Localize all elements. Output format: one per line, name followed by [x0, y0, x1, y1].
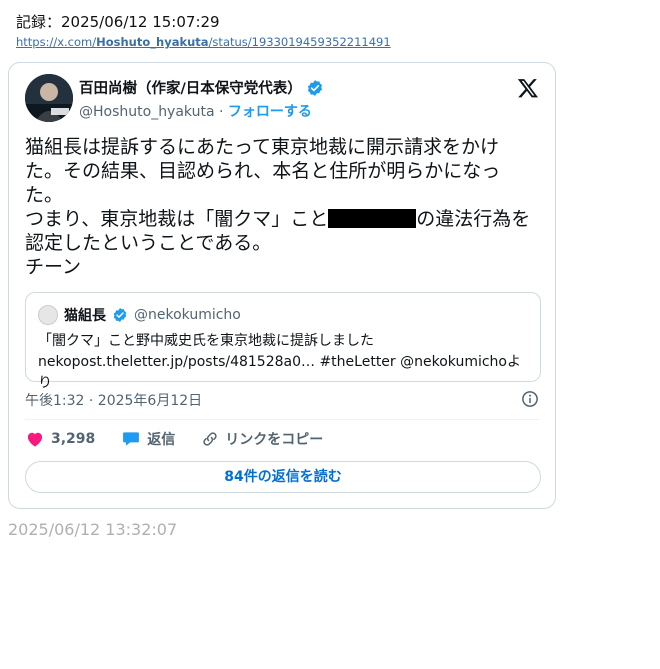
handle-separator: ·: [214, 104, 228, 120]
verified-badge-icon: [113, 308, 127, 322]
capture-timestamp: 2025/06/12 13:32:07: [8, 520, 178, 539]
like-button[interactable]: 3,298: [25, 429, 95, 449]
author-name: 百田尚樹（作家/日本保守党代表）: [79, 81, 302, 97]
info-icon[interactable]: [521, 390, 539, 408]
author-handle[interactable]: @Hoshuto_hyakuta: [79, 104, 215, 120]
reply-label: 返信: [147, 432, 176, 448]
quoted-tweet-text: 「闇クマ」こと野中威史氏を東京地裁に提訴しました nekopost.thelet…: [38, 331, 528, 394]
quoted-author-handle: @nekokumicho: [134, 307, 241, 323]
heart-icon: [27, 432, 43, 447]
source-link[interactable]: https://x.com/Hoshuto_hyakuta/status/193…: [16, 35, 391, 49]
source-link-prefix: https://x.com/: [16, 35, 97, 49]
quoted-author-name: 猫組長: [64, 308, 106, 324]
reply-button[interactable]: 返信: [121, 429, 175, 449]
action-bar: 3,298 返信 リンクをコピー: [25, 429, 349, 449]
verified-badge-icon: [307, 79, 322, 96]
tweet-text: 猫組長は提訴するにあたって東京地裁に開示請求をかけた。その結果、目認められ、本名…: [25, 135, 535, 279]
divider: [25, 419, 539, 420]
author-name-row[interactable]: 百田尚樹（作家/日本保守党代表）: [79, 77, 324, 98]
source-link-suffix: /status/1933019459352211491: [208, 35, 391, 49]
source-link-user: Hoshuto_hyakuta: [96, 35, 209, 49]
follow-button[interactable]: フォローする: [228, 104, 312, 120]
quoted-tweet[interactable]: 猫組長 @nekokumicho 「闇クマ」こと野中威史氏を東京地裁に提訴しまし…: [25, 292, 541, 391]
speech-bubble-icon: [123, 432, 140, 446]
quoted-author-avatar: [38, 305, 58, 325]
read-replies-button[interactable]: 84件の返信を読む: [25, 461, 541, 493]
quoted-line-2: nekopost.theletter.jp/posts/481528a0… #t…: [38, 354, 521, 391]
author-handle-row: @Hoshuto_hyakuta · フォローする: [79, 101, 312, 121]
tweet-timestamp[interactable]: 午後1:32 · 2025年6月12日: [25, 390, 202, 410]
redaction-bar: [328, 209, 417, 228]
copy-link-button[interactable]: リンクをコピー: [201, 429, 323, 449]
x-logo-icon[interactable]: [517, 77, 539, 99]
link-icon: [203, 432, 217, 446]
author-avatar[interactable]: [25, 74, 73, 122]
quoted-line-1: 「闇クマ」こと野中威史氏を東京地裁に提訴しました: [38, 333, 374, 349]
like-count: 3,298: [51, 431, 96, 447]
record-timestamp: 記録：2025/06/12 15:07:29: [16, 13, 220, 31]
copy-link-label: リンクをコピー: [225, 432, 324, 448]
quoted-tweet-header: 猫組長 @nekokumicho: [38, 305, 241, 325]
tweet-card: 百田尚樹（作家/日本保守党代表） @Hoshuto_hyakuta · フォロー…: [8, 62, 556, 509]
